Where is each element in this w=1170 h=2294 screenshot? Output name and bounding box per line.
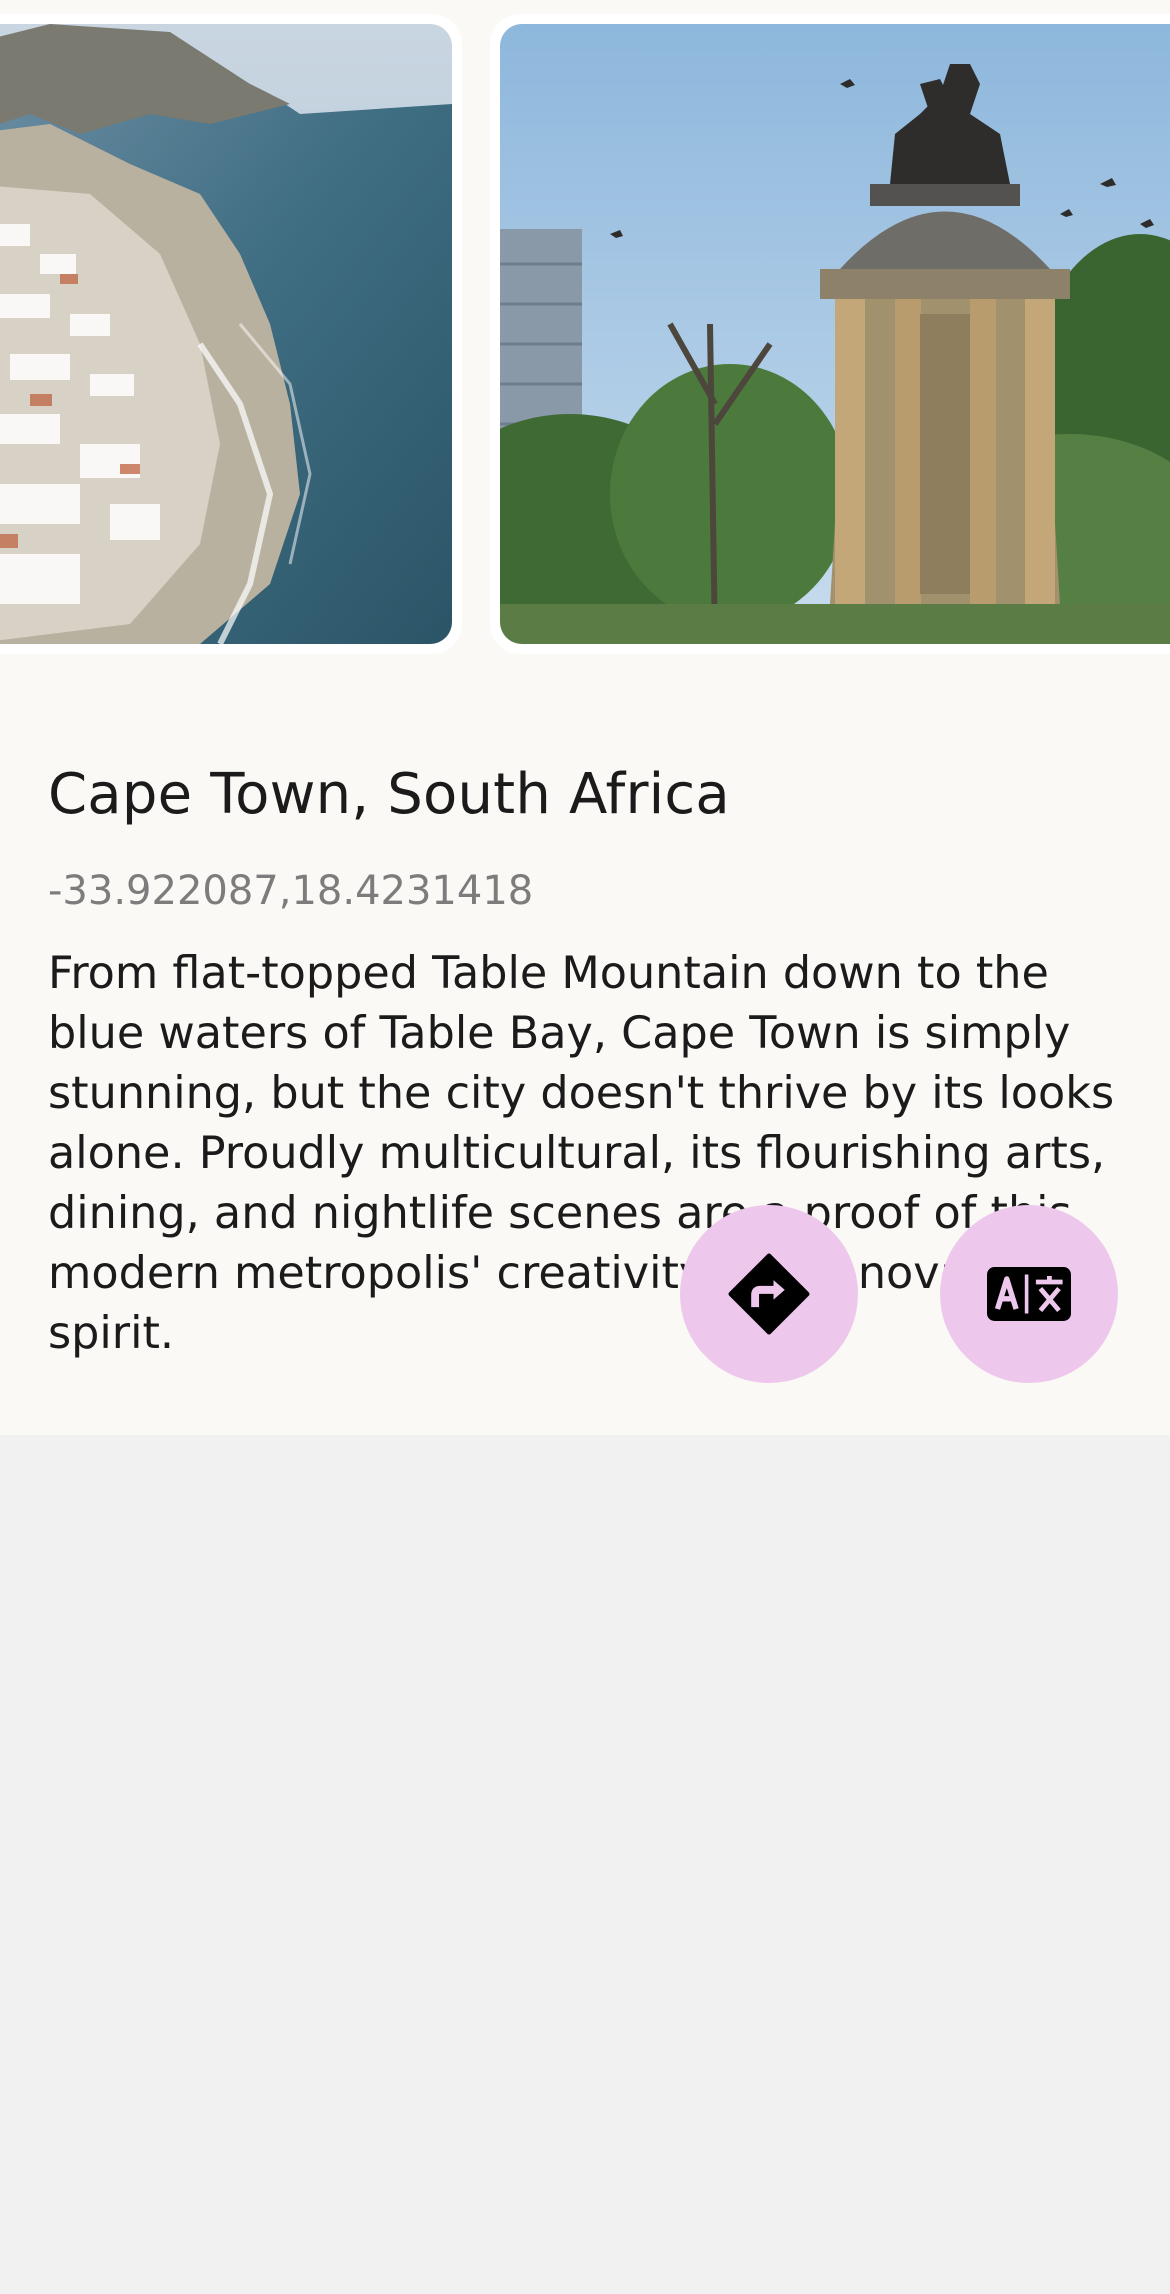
directions-icon <box>724 1249 814 1339</box>
place-title: Cape Town, South Africa <box>48 762 730 827</box>
translate-button[interactable] <box>940 1205 1118 1383</box>
place-card: Cape Town, South Africa -33.922087,18.42… <box>0 0 1170 1435</box>
place-coordinates: -33.922087,18.4231418 <box>48 868 534 914</box>
monument-image <box>500 24 1170 644</box>
gallery-photo-coastline[interactable] <box>0 14 462 654</box>
coastline-image <box>0 24 452 644</box>
directions-button[interactable] <box>680 1205 858 1383</box>
gallery-photo-monument[interactable] <box>490 14 1170 654</box>
translate-icon <box>984 1264 1074 1324</box>
photo-gallery[interactable] <box>0 0 1170 660</box>
